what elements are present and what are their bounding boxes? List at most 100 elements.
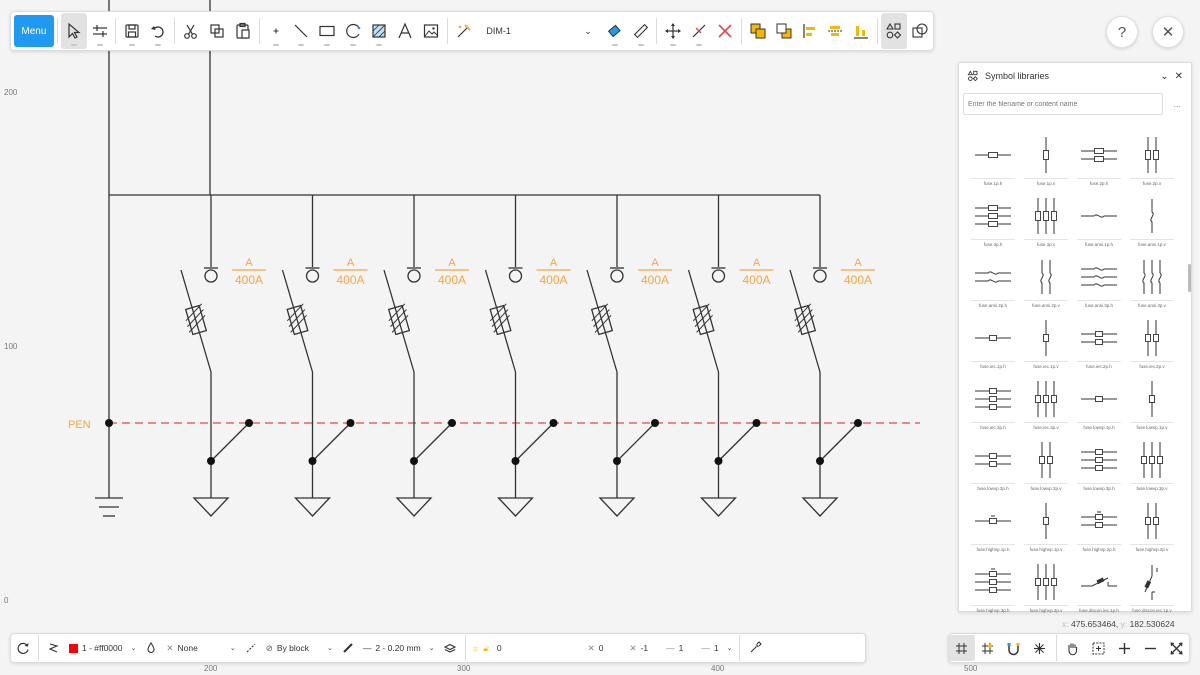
layer-manager-button[interactable]	[438, 636, 462, 660]
symbol-item[interactable]: fuse.highvp.2p.v	[1126, 501, 1178, 562]
color-value: 1 - #ff0000	[82, 643, 123, 653]
zoom-in-button[interactable]	[1111, 635, 1137, 661]
symbol-item[interactable]: fuse.ansi.2p.v	[1020, 257, 1072, 318]
symbol-item[interactable]: fuse.3p.h	[967, 196, 1019, 257]
save-button[interactable]	[119, 13, 145, 49]
line-tool-button[interactable]	[289, 13, 315, 49]
move-button[interactable]	[660, 13, 686, 49]
pick-button[interactable]	[743, 636, 767, 660]
x-scale-field[interactable]: ✕ 0	[585, 643, 607, 654]
align-left-button[interactable]	[797, 13, 823, 49]
help-button[interactable]: ?	[1106, 16, 1138, 48]
boolean-ops-button[interactable]	[907, 13, 933, 49]
undo-button[interactable]	[145, 13, 171, 49]
z-scale-field[interactable]: — 1	[663, 643, 686, 653]
symbol-item[interactable]: fuse.lowvp.2p.v	[1020, 440, 1072, 501]
symbol-item[interactable]: fuse.ansi.1p.h	[1073, 196, 1125, 257]
align-bottom-button[interactable]	[848, 13, 874, 49]
fuse-ansi-3p-h-icon	[1081, 267, 1117, 287]
symbol-item[interactable]: fuse.iec.2p.h	[1073, 318, 1125, 379]
collapse-chevron-icon[interactable]: ⌄	[1160, 71, 1168, 82]
dimension-style-select[interactable]: DIM-1 ⌄	[480, 17, 597, 45]
junction-dot	[207, 457, 215, 465]
hatch-tool-button[interactable]	[366, 13, 392, 49]
symbol-item[interactable]: fuse.discon.iec.1p.v	[1126, 562, 1178, 623]
align-center-button[interactable]	[823, 13, 849, 49]
menu-button[interactable]: Menu	[14, 15, 54, 47]
lineweight-button[interactable]	[336, 636, 360, 660]
paste-button[interactable]	[230, 13, 256, 49]
fuse-3p-v-icon	[1035, 198, 1057, 234]
symbol-item[interactable]: fuse.iec.1p.h	[967, 318, 1019, 379]
pan-button[interactable]	[1060, 635, 1086, 661]
symbol-item[interactable]: fuse.ansi.2p.h	[967, 257, 1019, 318]
symbol-item[interactable]: fuse.lowvp.3p.v	[1126, 440, 1178, 501]
symbol-item[interactable]: fuse.iec.3p.v	[1020, 379, 1072, 440]
linetype-select[interactable]: ✕ None ⌄	[163, 643, 238, 654]
point-tool-button[interactable]	[263, 13, 289, 49]
arc-tool-button[interactable]	[340, 13, 366, 49]
layer-select[interactable]: ☼ 🔓︎ 0	[469, 643, 505, 654]
panel-close-icon[interactable]: ✕	[1175, 71, 1183, 82]
panel-scrollbar[interactable]	[1188, 264, 1191, 292]
symbol-item[interactable]: fuse.ansi.3p.h	[1073, 257, 1125, 318]
ortho-button[interactable]	[1001, 635, 1027, 661]
symbol-item[interactable]: fuse.1p.v	[1020, 135, 1072, 196]
symbol-item[interactable]: fuse.iec.2p.v	[1126, 318, 1178, 379]
symbol-item[interactable]: fuse.highvp.2p.h	[1073, 501, 1125, 562]
symbol-library-button[interactable]	[881, 13, 908, 49]
select-tool-button[interactable]	[60, 13, 87, 49]
ruler-x-label: 400	[711, 664, 725, 673]
send-backward-button[interactable]	[771, 13, 797, 49]
properties-button[interactable]	[87, 13, 113, 49]
symbol-item[interactable]: fuse.iec.3p.h	[967, 379, 1019, 440]
symbol-search-input[interactable]	[963, 93, 1164, 115]
object-snap-button[interactable]	[1027, 635, 1053, 661]
dimension-style-button[interactable]	[451, 13, 477, 49]
zoom-out-button[interactable]	[1137, 635, 1163, 661]
y-scale-field[interactable]: ✕ -1	[626, 643, 651, 654]
symbol-item[interactable]: fuse.highvp.3p.v	[1020, 562, 1072, 623]
symbol-item[interactable]: fuse.lowvp.2p.h	[967, 440, 1019, 501]
trim-button[interactable]	[686, 13, 712, 49]
symbol-item[interactable]: fuse.lowvp.3p.h	[1073, 440, 1125, 501]
snap-settings-button[interactable]	[602, 13, 628, 49]
symbol-item[interactable]: fuse.highvp.1p.v	[1020, 501, 1072, 562]
close-button[interactable]: ✕	[1152, 16, 1184, 48]
symbol-item[interactable]: fuse.3p.v	[1020, 196, 1072, 257]
transparency-button[interactable]	[139, 636, 163, 660]
match-properties-button[interactable]	[42, 636, 66, 660]
grid-toggle-button[interactable]	[949, 635, 975, 661]
delete-button[interactable]	[712, 13, 738, 49]
color-select[interactable]: 1 - #ff0000 ⌄	[66, 643, 139, 653]
symbol-item[interactable]: fuse.1p.h	[967, 135, 1019, 196]
main-toolbar: Menu DIM-1 ⌄	[10, 11, 934, 51]
measure-button[interactable]	[628, 13, 654, 49]
symbol-item[interactable]: fuse.2p.h	[1073, 135, 1125, 196]
snap-grid-button[interactable]	[975, 635, 1001, 661]
ruler-y-label: 200	[4, 88, 18, 97]
rectangle-tool-button[interactable]	[314, 13, 340, 49]
symbol-item[interactable]: fuse.ansi.3p.v	[1126, 257, 1178, 318]
w-scale-field[interactable]: — 1 ⌄	[698, 643, 735, 653]
cut-button[interactable]	[178, 13, 204, 49]
copy-button[interactable]	[204, 13, 230, 49]
linetype-scale-button[interactable]	[239, 636, 263, 660]
zoom-window-button[interactable]	[1085, 635, 1111, 661]
symbol-item[interactable]: fuse.2p.v	[1126, 135, 1178, 196]
lineweight-select[interactable]: — 2 - 0.20 mm ⌄	[360, 643, 438, 653]
symbol-item[interactable]: fuse.highvp.1p.h	[967, 501, 1019, 562]
regenerate-button[interactable]	[11, 636, 35, 660]
bring-forward-button[interactable]	[745, 13, 771, 49]
symbol-item[interactable]: fuse.ansi.1p.v	[1126, 196, 1178, 257]
symbol-item[interactable]: fuse.discon.iec.1p.h	[1073, 562, 1125, 623]
symbol-item[interactable]: fuse.lowvp.1p.v	[1126, 379, 1178, 440]
symbol-item[interactable]: fuse.lowvp.1p.h	[1073, 379, 1125, 440]
lineweight-source-select[interactable]: ⊘ By block ⌄	[263, 643, 336, 654]
image-tool-button[interactable]	[418, 13, 444, 49]
more-options-button[interactable]: ...	[1167, 99, 1187, 109]
zoom-extents-button[interactable]	[1163, 635, 1189, 661]
text-tool-button[interactable]	[392, 13, 418, 49]
symbol-item[interactable]: fuse.iec.1p.v	[1020, 318, 1072, 379]
symbol-item[interactable]: fuse.highvp.3p.h	[967, 562, 1019, 623]
